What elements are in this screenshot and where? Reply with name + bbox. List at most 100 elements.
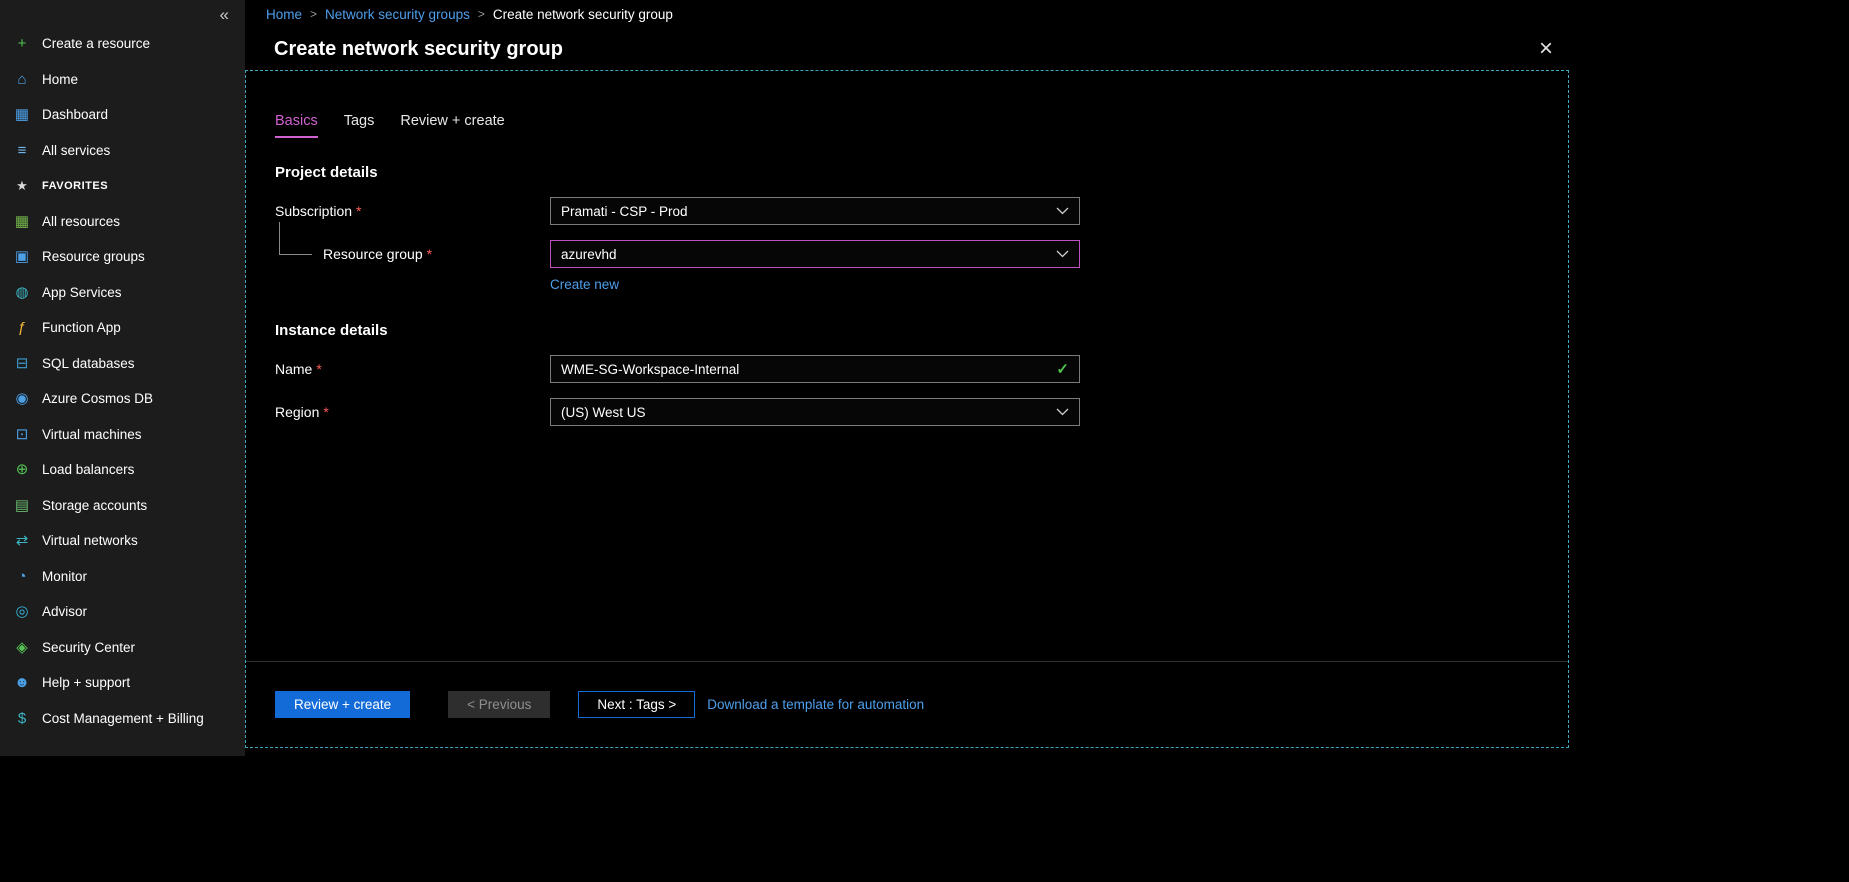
- subscription-value: Pramati - CSP - Prod: [561, 204, 688, 219]
- previous-button[interactable]: < Previous: [448, 691, 550, 718]
- sidebar-item-favorites: ★ FAVORITES: [0, 168, 245, 204]
- create-new-link[interactable]: Create new: [550, 277, 619, 292]
- required-asterisk: *: [427, 246, 432, 262]
- name-row: Name* WME-SG-Workspace-Internal ✓: [275, 355, 1568, 383]
- tab-basics[interactable]: Basics: [275, 113, 318, 138]
- region-label-text: Region: [275, 404, 319, 420]
- sidebar-item-virtual-networks[interactable]: ⇄Virtual networks: [0, 523, 245, 559]
- sidebar-item-advisor[interactable]: ◎ Advisor: [0, 594, 245, 630]
- tree-connector: [275, 240, 323, 268]
- subscription-label-text: Subscription: [275, 203, 352, 219]
- sidebar-item-label: Virtual machines: [42, 427, 142, 442]
- home-icon: ⌂: [13, 72, 31, 87]
- resource-group-dropdown[interactable]: azurevhd: [550, 240, 1080, 268]
- resource-group-label-text: Resource group: [323, 246, 423, 262]
- star-icon: ★: [13, 179, 31, 192]
- sidebar-item-all-resources[interactable]: ▦ All resources: [0, 204, 245, 240]
- sidebar-item-home[interactable]: ⌂ Home: [0, 62, 245, 98]
- tab-review-create[interactable]: Review + create: [400, 113, 504, 138]
- resource-group-label: Resource group*: [275, 240, 550, 268]
- review-create-button[interactable]: Review + create: [275, 691, 410, 718]
- panel-header: Create network security group ×: [245, 28, 1569, 70]
- list-icon: ≡: [13, 143, 31, 158]
- region-row: Region* (US) West US: [275, 398, 1568, 426]
- name-value: WME-SG-Workspace-Internal: [561, 362, 739, 377]
- dashboard-icon: ▦: [13, 107, 31, 122]
- sidebar-item-monitor[interactable]: ◔Monitor: [0, 559, 245, 595]
- chevron-down-icon: [1056, 408, 1069, 416]
- sidebar-item-sql-databases[interactable]: ⊟ SQL databases: [0, 346, 245, 382]
- breadcrumb-separator: >: [310, 7, 317, 21]
- download-template-link[interactable]: Download a template for automation: [707, 697, 924, 712]
- sidebar-item-label: Home: [42, 72, 78, 87]
- sidebar: « + Create a resource ⌂ Home ▦Dashboard ≡ All …: [0, 0, 245, 756]
- project-details-heading: Project details: [275, 164, 1568, 181]
- sidebar-item-create-a-resource[interactable]: + Create a resource: [0, 26, 245, 62]
- app-services-icon: ◍: [13, 285, 31, 300]
- panel-body: Basics Tags Review + create Project detail…: [245, 70, 1569, 748]
- advisor-icon: ◎: [13, 604, 31, 619]
- sidebar-item-security-center[interactable]: ◈Security Center: [0, 630, 245, 666]
- valid-checkmark-icon: ✓: [1056, 360, 1069, 378]
- instance-details-heading: Instance details: [275, 322, 1568, 339]
- create-new-row: Create new: [275, 277, 1568, 292]
- sidebar-item-label: All resources: [42, 214, 120, 229]
- main-area: Home>Network security groups>Create netw…: [245, 0, 1849, 756]
- resource-group-value: azurevhd: [561, 247, 617, 262]
- sql-databases-icon: ⊟: [13, 356, 31, 371]
- sidebar-item-label: Resource groups: [42, 249, 145, 264]
- sidebar-item-label: App Services: [42, 285, 122, 300]
- sidebar-item-cost-management[interactable]: $ Cost Management + Billing: [0, 701, 245, 737]
- storage-icon: ▤: [13, 498, 31, 513]
- collapse-sidebar-icon[interactable]: «: [220, 6, 229, 23]
- billing-icon: $: [13, 711, 31, 726]
- tab-tags[interactable]: Tags: [344, 113, 375, 138]
- page-title: Create network security group: [274, 38, 563, 61]
- chevron-down-icon: [1056, 207, 1069, 215]
- sidebar-item-label: All services: [42, 143, 110, 158]
- azure-portal: « + Create a resource ⌂ Home ▦Dashboard ≡ All …: [0, 0, 1849, 756]
- chevron-down-icon: [1056, 250, 1069, 258]
- sidebar-item-label: Advisor: [42, 604, 87, 619]
- sidebar-item-azure-cosmos-db[interactable]: ◉Azure Cosmos DB: [0, 381, 245, 417]
- breadcrumb-item: Create network security group: [493, 7, 673, 22]
- required-asterisk: *: [356, 203, 361, 219]
- close-icon[interactable]: ×: [1539, 37, 1553, 61]
- subscription-dropdown[interactable]: Pramati - CSP - Prod: [550, 197, 1080, 225]
- sidebar-item-label: Cost Management + Billing: [42, 711, 204, 726]
- footer-bar: Review + create < Previous Next : Tags >…: [246, 661, 1568, 747]
- panel-content: Basics Tags Review + create Project detail…: [246, 113, 1568, 426]
- name-input[interactable]: WME-SG-Workspace-Internal ✓: [550, 355, 1080, 383]
- sidebar-item-label: Security Center: [42, 640, 135, 655]
- grid-icon: ▦: [13, 214, 31, 229]
- plus-icon: +: [13, 36, 31, 51]
- sidebar-item-app-services[interactable]: ◍ App Services: [0, 275, 245, 311]
- region-dropdown[interactable]: (US) West US: [550, 398, 1080, 426]
- subscription-row: Subscription* Pramati - CSP - Prod: [275, 197, 1568, 225]
- breadcrumb-item[interactable]: Network security groups: [325, 7, 470, 22]
- name-label: Name*: [275, 361, 550, 377]
- subscription-label: Subscription*: [275, 203, 550, 219]
- sidebar-item-label: Help + support: [42, 675, 130, 690]
- sidebar-item-storage-accounts[interactable]: ▤Storage accounts: [0, 488, 245, 524]
- sidebar-collapse-row: «: [0, 2, 245, 26]
- sidebar-item-dashboard[interactable]: ▦Dashboard: [0, 97, 245, 133]
- help-icon: ☻: [13, 675, 31, 690]
- breadcrumb-item[interactable]: Home: [266, 7, 302, 22]
- required-asterisk: *: [323, 404, 328, 420]
- sidebar-item-label: Create a resource: [42, 36, 150, 51]
- region-value: (US) West US: [561, 405, 646, 420]
- sidebar-item-all-services[interactable]: ≡ All services: [0, 133, 245, 169]
- sidebar-item-help-support[interactable]: ☻ Help + support: [0, 665, 245, 701]
- sidebar-item-resource-groups[interactable]: ▣Resource groups: [0, 239, 245, 275]
- sidebar-item-label: FAVORITES: [42, 180, 108, 192]
- sidebar-item-function-app[interactable]: ƒFunction App: [0, 310, 245, 346]
- breadcrumb: Home>Network security groups>Create netw…: [245, 0, 1849, 28]
- sidebar-item-virtual-machines[interactable]: ⊡Virtual machines: [0, 417, 245, 453]
- sidebar-item-label: Function App: [42, 320, 121, 335]
- sidebar-item-load-balancers[interactable]: ⊕Load balancers: [0, 452, 245, 488]
- sidebar-item-label: Load balancers: [42, 462, 134, 477]
- sidebar-item-label: SQL databases: [42, 356, 135, 371]
- next-tags-button[interactable]: Next : Tags >: [578, 691, 695, 718]
- resource-group-row: Resource group* azurevhd: [275, 240, 1568, 268]
